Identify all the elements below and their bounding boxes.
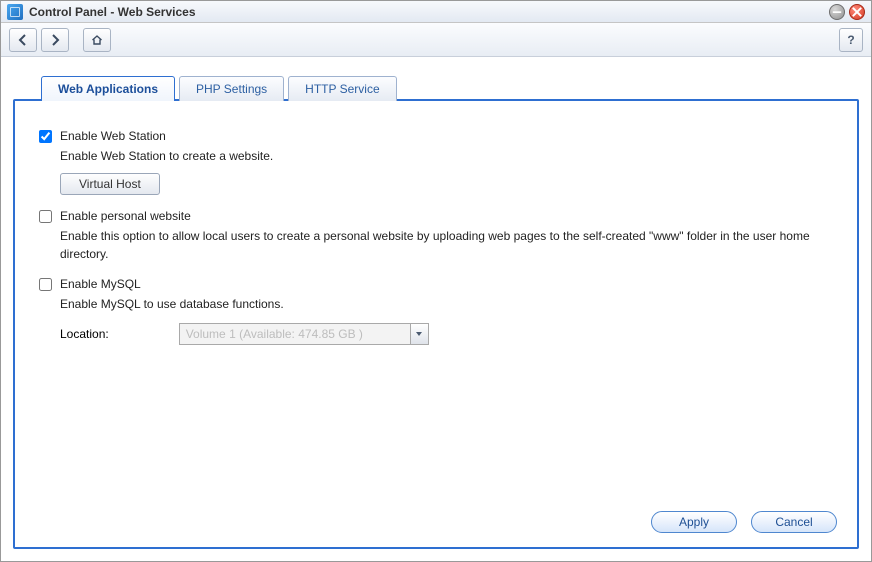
window: Control Panel - Web Services ? Web Appli… [0,0,872,562]
button-label: Apply [679,515,709,529]
section-personal-website: Enable personal website Enable this opti… [39,209,833,263]
enable-mysql-label: Enable MySQL [60,277,141,291]
enable-webstation-label: Enable Web Station [60,129,166,143]
content-area: Web Applications PHP Settings HTTP Servi… [13,75,859,549]
tab-php-settings[interactable]: PHP Settings [179,76,284,101]
window-controls [829,4,865,20]
button-label: Virtual Host [79,177,141,191]
home-icon [91,34,103,46]
location-select-value: Volume 1 (Available: 474.85 GB ) [180,327,410,341]
button-label: Cancel [775,515,812,529]
tab-strip: Web Applications PHP Settings HTTP Servi… [13,75,859,100]
chevron-down-icon [410,324,428,344]
minimize-icon [830,5,844,19]
location-label: Location: [60,327,109,341]
toolbar: ? [1,23,871,57]
enable-personal-website-checkbox[interactable] [39,210,52,223]
personal-website-description: Enable this option to allow local users … [60,227,833,263]
section-webstation: Enable Web Station Enable Web Station to… [39,129,833,195]
help-button[interactable]: ? [839,28,863,52]
forward-button[interactable] [41,28,69,52]
tab-label: HTTP Service [305,82,379,96]
arrow-right-icon [49,34,61,46]
arrow-left-icon [17,34,29,46]
home-button[interactable] [83,28,111,52]
mysql-description: Enable MySQL to use database functions. [60,295,833,313]
close-icon [850,5,864,19]
enable-webstation-checkbox[interactable] [39,130,52,143]
tab-panel: Enable Web Station Enable Web Station to… [13,99,859,549]
cancel-button[interactable]: Cancel [751,511,837,533]
tab-web-applications[interactable]: Web Applications [41,76,175,101]
window-title: Control Panel - Web Services [29,5,829,19]
back-button[interactable] [9,28,37,52]
enable-mysql-checkbox[interactable] [39,278,52,291]
tab-label: Web Applications [58,82,158,96]
help-icon: ? [847,33,854,47]
virtual-host-button[interactable]: Virtual Host [60,173,160,195]
webstation-description: Enable Web Station to create a website. [60,147,833,165]
close-button[interactable] [849,4,865,20]
app-icon [7,4,23,20]
section-mysql: Enable MySQL Enable MySQL to use databas… [39,277,833,345]
tab-http-service[interactable]: HTTP Service [288,76,396,101]
tab-label: PHP Settings [196,82,267,96]
footer-buttons: Apply Cancel [651,511,837,533]
titlebar: Control Panel - Web Services [1,1,871,23]
apply-button[interactable]: Apply [651,511,737,533]
minimize-button[interactable] [829,4,845,20]
enable-personal-website-label: Enable personal website [60,209,191,223]
location-select[interactable]: Volume 1 (Available: 474.85 GB ) [179,323,429,345]
